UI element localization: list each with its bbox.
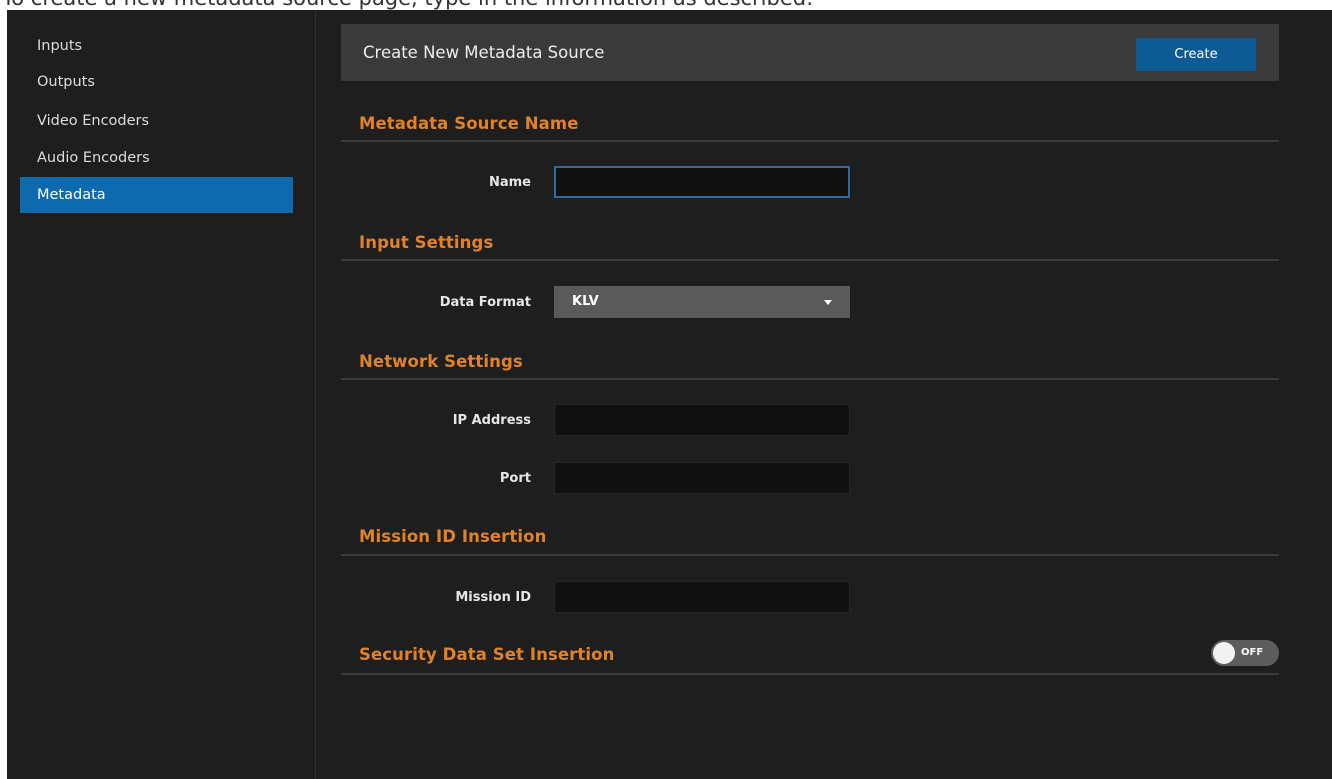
sidebar-item-metadata[interactable]: Metadata [20,177,293,213]
section-divider [341,378,1279,380]
sidebar-item-video-encoders[interactable]: Video Encoders [20,103,293,139]
data-format-value: KLV [572,294,599,309]
sidebar-item-outputs[interactable]: Outputs [20,64,293,100]
ip-address-input[interactable] [554,404,850,436]
section-title-source-name: Metadata Source Name [359,114,579,133]
ip-address-label: IP Address [452,413,531,428]
security-toggle[interactable]: OFF [1211,640,1279,666]
data-format-select[interactable]: KLV [554,286,850,318]
toggle-state-label: OFF [1241,647,1264,658]
port-label: Port [499,471,531,486]
section-title-network-settings: Network Settings [359,352,523,371]
section-title-input-settings: Input Settings [359,233,494,252]
section-divider [341,673,1279,675]
name-label: Name [488,175,531,190]
section-title-security: Security Data Set Insertion [359,645,615,664]
sidebar-item-inputs[interactable]: Inputs [20,28,293,64]
page-caption: To create a new metadata source page, ty… [0,0,1332,10]
sidebar-item-audio-encoders[interactable]: Audio Encoders [20,140,293,176]
data-format-label: Data Format [439,295,531,310]
page-title: Create New Metadata Source [363,43,605,62]
section-title-mission-id: Mission ID Insertion [359,527,547,546]
page-header: Create New Metadata Source Create [341,24,1279,81]
toggle-knob [1213,642,1235,664]
name-input[interactable] [554,166,850,198]
chevron-down-icon [824,300,832,305]
section-divider [341,554,1279,556]
sidebar: Inputs Outputs Video Encoders Audio Enco… [7,10,316,779]
app-window: Inputs Outputs Video Encoders Audio Enco… [7,10,1332,779]
mission-id-label: Mission ID [455,590,531,605]
page-caption-text: To create a new metadata source page, ty… [2,0,813,10]
section-divider [341,259,1279,261]
mission-id-input[interactable] [554,581,850,613]
section-divider [341,140,1279,142]
create-button[interactable]: Create [1136,38,1256,71]
port-input[interactable] [554,462,850,494]
